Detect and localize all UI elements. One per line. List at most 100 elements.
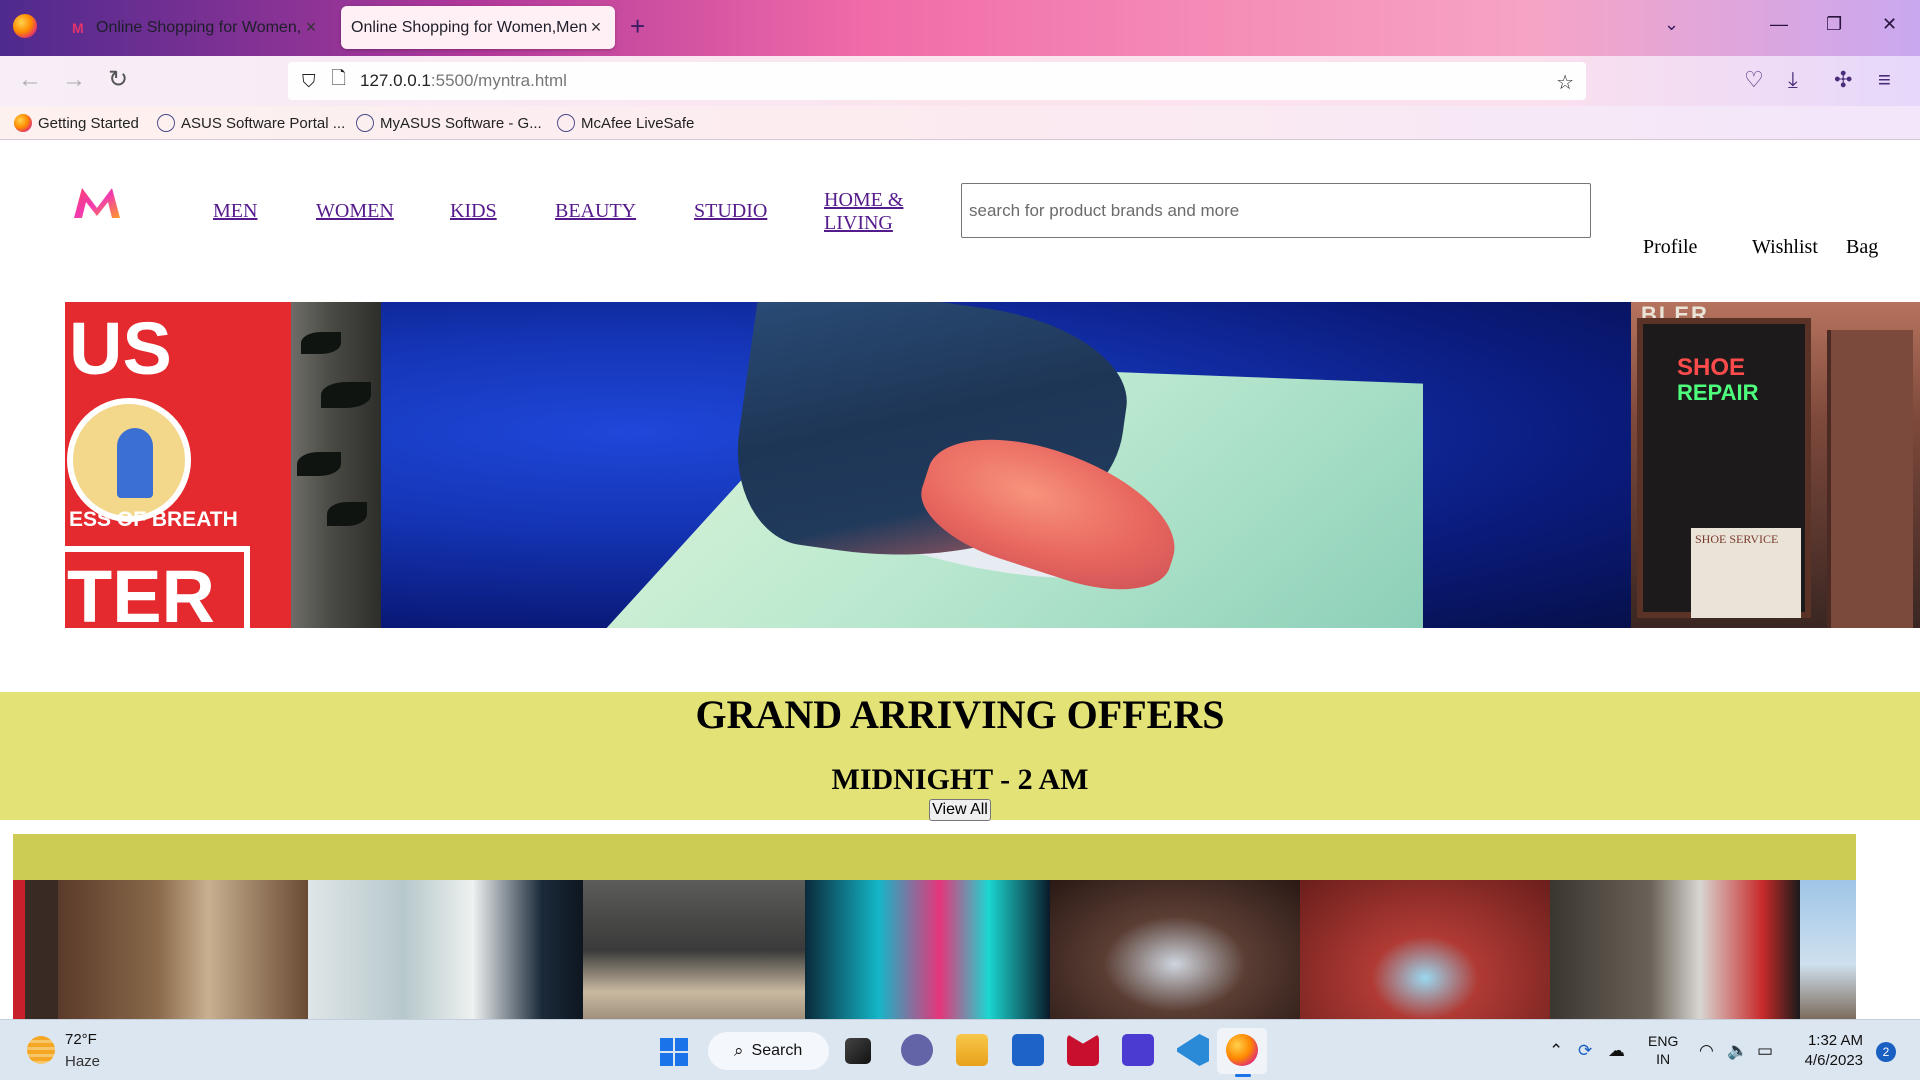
address-bar[interactable]: ⛉ 🗋 127.0.0.1:5500/myntra.html ☆ (288, 62, 1586, 100)
strip-image-arcade[interactable] (58, 880, 308, 1019)
myntra-favicon-icon: M (72, 19, 84, 36)
sign-text-bottom: TER (65, 546, 250, 628)
back-arrow-icon[interactable]: ← (18, 68, 42, 92)
shop-service-sign: SHOE SERVICE (1691, 528, 1801, 618)
wishlist-link[interactable]: Wishlist (1752, 236, 1818, 259)
bookmark-getting-started[interactable]: Getting Started (14, 114, 139, 132)
bookmark-asus-portal[interactable]: ASUS Software Portal ... (157, 114, 345, 132)
hero-slide-sign: US ESS OF BREATH TER (65, 302, 291, 628)
forward-arrow-icon[interactable]: → (62, 68, 86, 92)
strip-image-cave[interactable] (1300, 880, 1550, 1019)
tab-title: Online Shopping for Women, M (96, 18, 302, 36)
shield-icon[interactable]: ⛉ (302, 71, 316, 92)
nav-beauty[interactable]: BEAUTY (555, 200, 636, 223)
offers-subtitle: MIDNIGHT - 2 AM (831, 763, 1089, 796)
myasus-icon[interactable] (1122, 1034, 1154, 1066)
close-tab-icon[interactable]: × (302, 17, 320, 38)
page-icon[interactable]: 🗋 (332, 66, 346, 96)
battery-icon[interactable]: ▭ (1757, 1041, 1773, 1061)
taskbar-search-button[interactable]: ⌕ Search (708, 1032, 829, 1070)
strip-image-shopper[interactable] (308, 880, 583, 1019)
globe-icon (557, 114, 575, 132)
task-view-icon[interactable] (845, 1038, 871, 1064)
weather-condition[interactable]: Haze (65, 1053, 100, 1070)
strip-image[interactable] (1800, 880, 1856, 1019)
bookmark-myasus[interactable]: MyASUS Software - G... (356, 114, 542, 132)
nav-home-living[interactable]: HOME & (824, 189, 903, 212)
sync-icon[interactable]: ⟳ (1578, 1041, 1592, 1061)
search-icon: ⌕ (734, 1041, 744, 1060)
strip-image-car[interactable] (583, 880, 805, 1019)
taskbar: 72°F Haze ⌕ Search ⌃ ⟳ ☁ ENG IN ◠ 🔈 ▭ 1:… (0, 1019, 1920, 1080)
menu-icon[interactable]: ≡ (1878, 68, 1891, 92)
sign-text-mid: ESS OF BREATH (69, 508, 238, 531)
windows-start-icon[interactable] (660, 1038, 688, 1066)
globe-icon (157, 114, 175, 132)
bookmark-mcafee[interactable]: McAfee LiveSafe (557, 114, 694, 132)
weather-temperature[interactable]: 72°F (65, 1031, 97, 1048)
hero-banner[interactable]: US ESS OF BREATH TER BLER SHOE REPAIR SH… (65, 302, 1920, 628)
volume-icon[interactable]: 🔈 (1727, 1041, 1748, 1061)
vscode-icon[interactable] (1177, 1034, 1209, 1066)
system-clock[interactable]: 1:32 AM 4/6/2023 (1803, 1031, 1863, 1071)
minimize-button[interactable]: — (1770, 14, 1788, 35)
strip-image-escalator[interactable] (1050, 880, 1300, 1019)
strip-image-neon[interactable] (805, 880, 1050, 1019)
firefox-view-icon[interactable] (13, 14, 37, 38)
extensions-icon[interactable]: ✣ (1834, 68, 1852, 92)
strip-image[interactable] (25, 880, 58, 1019)
hero-slide-plant (291, 302, 381, 628)
nav-studio[interactable]: STUDIO (694, 200, 767, 223)
mcafee-icon[interactable] (1067, 1034, 1099, 1066)
strip-image-black-friday[interactable] (1550, 880, 1800, 1019)
haze-weather-icon[interactable] (27, 1036, 55, 1064)
search-input[interactable] (961, 183, 1591, 238)
notification-badge[interactable]: 2 (1876, 1042, 1896, 1062)
globe-icon (356, 114, 374, 132)
nav-home-living-line2[interactable]: LIVING (824, 212, 893, 235)
myntra-logo[interactable] (72, 186, 122, 220)
strip-image[interactable] (13, 880, 25, 1019)
tab-title: Online Shopping for Women,Men,K (351, 18, 587, 36)
downloads-icon[interactable]: ⤓ (1788, 68, 1798, 92)
onedrive-cloud-icon[interactable]: ☁ (1608, 1041, 1625, 1061)
search-label: Search (751, 1042, 803, 1059)
tab-myntra-2-active[interactable]: Online Shopping for Women,Men,K × (341, 6, 615, 49)
bookmarks-bar: Getting Started ASUS Software Portal ...… (0, 106, 1920, 140)
wifi-icon[interactable]: ◠ (1699, 1041, 1714, 1061)
person-icon (67, 398, 191, 522)
chat-icon[interactable] (901, 1034, 933, 1066)
offer-band (13, 834, 1856, 880)
neon-sign-text-2: REPAIR (1677, 380, 1759, 405)
restore-button[interactable]: ❐ (1826, 14, 1842, 35)
offers-title: GRAND ARRIVING OFFERS (695, 692, 1225, 737)
firefox-icon[interactable] (1226, 1034, 1258, 1066)
language-indicator[interactable]: ENG IN (1648, 1032, 1678, 1068)
url-text[interactable]: 127.0.0.1:5500/myntra.html (360, 71, 567, 91)
web-page: MEN WOMEN KIDS BEAUTY STUDIO HOME & LIVI… (0, 141, 1920, 1019)
close-window-button[interactable]: ✕ (1882, 14, 1897, 35)
profile-link[interactable]: Profile (1643, 236, 1697, 259)
view-all-button[interactable]: View All (929, 799, 991, 821)
list-all-tabs-icon[interactable]: ⌄ (1664, 14, 1679, 35)
chevron-up-icon[interactable]: ⌃ (1549, 1041, 1563, 1061)
hero-slide-shop: BLER SHOE REPAIR SHOE SERVICE (1631, 302, 1920, 628)
new-tab-button[interactable]: + (630, 13, 645, 39)
image-strip (13, 880, 1856, 1019)
pocket-icon[interactable]: ♡ (1744, 68, 1764, 92)
bag-link[interactable]: Bag (1846, 236, 1878, 259)
neon-sign-text: SHOE (1677, 354, 1746, 381)
sign-text-top: US (69, 307, 172, 390)
reload-icon[interactable]: ↻ (108, 68, 128, 92)
close-tab-icon[interactable]: × (587, 17, 605, 38)
file-explorer-icon[interactable] (956, 1034, 988, 1066)
active-app-indicator (1235, 1074, 1251, 1077)
tab-myntra-1[interactable]: M Online Shopping for Women, M × (62, 6, 330, 49)
browser-tab-strip: M Online Shopping for Women, M × Online … (0, 0, 1920, 56)
bookmark-star-icon[interactable]: ☆ (1556, 70, 1574, 95)
nav-men[interactable]: MEN (213, 200, 257, 223)
nav-kids[interactable]: KIDS (450, 200, 497, 223)
hero-slide-sneaker (381, 302, 1631, 628)
microsoft-store-icon[interactable] (1012, 1034, 1044, 1066)
nav-women[interactable]: WOMEN (316, 200, 394, 223)
